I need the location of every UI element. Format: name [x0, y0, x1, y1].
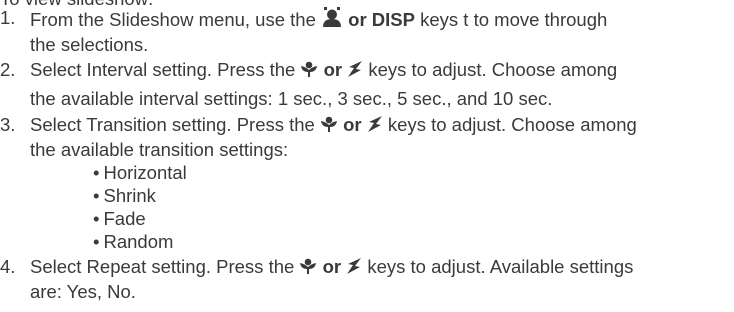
step-line: are: Yes, No.: [30, 281, 136, 302]
step-keys: or: [343, 114, 362, 135]
step-text: keys to adjust. Choose among: [387, 114, 637, 135]
macro-flower-icon: [299, 257, 317, 280]
list-item: • Shrink: [93, 185, 156, 206]
self-timer-face-icon: [321, 6, 343, 33]
step-number: 4.: [0, 256, 16, 277]
step-text: Select Repeat setting. Press the: [30, 256, 295, 277]
flash-bolt-icon: [346, 257, 362, 280]
step-text: keys t to move through: [420, 9, 608, 30]
step-keys: or: [323, 59, 343, 80]
macro-flower-icon: [320, 115, 338, 138]
step-line: Select Interval setting. Press the or ke…: [30, 58, 734, 83]
step-text: Select Interval setting. Press the: [30, 59, 296, 80]
list-item: • Horizontal: [93, 162, 187, 183]
step-2: 2. Select Interval setting. Press the or…: [0, 58, 734, 110]
step-4: 4. Select Repeat setting. Press the or k…: [0, 255, 734, 303]
step-text: From the Slideshow menu, use the: [30, 9, 316, 30]
step-line: the available transition settings:: [30, 139, 289, 160]
step-3: 3. Select Transition setting. Press the …: [0, 113, 734, 253]
step-number: 3.: [0, 114, 16, 135]
step-line: the selections.: [30, 34, 149, 55]
step-line: Select Transition setting. Press the or …: [30, 113, 734, 138]
step-1: 1. From the Slideshow menu, use the or D…: [0, 6, 734, 56]
step-line: Select Repeat setting. Press the or keys…: [30, 255, 734, 280]
step-text: keys to adjust. Available settings: [367, 256, 634, 277]
macro-flower-icon: [300, 60, 318, 83]
flash-bolt-icon: [347, 60, 363, 83]
step-number: 2.: [0, 59, 16, 80]
step-keys: or DISP: [348, 9, 415, 30]
step-text: Select Transition setting. Press the: [30, 114, 315, 135]
step-number: 1.: [0, 7, 16, 28]
step-line: From the Slideshow menu, use the or DISP…: [30, 6, 734, 33]
transition-options-list: • Horizontal • Shrink • Fade • Random: [30, 161, 734, 253]
flash-bolt-icon: [367, 115, 383, 138]
step-keys: or: [322, 256, 342, 277]
step-line: the available interval settings: 1 sec.,…: [30, 88, 553, 109]
step-text: keys to adjust. Choose among: [368, 59, 618, 80]
list-item: • Random: [93, 231, 174, 252]
list-item: • Fade: [93, 208, 146, 229]
